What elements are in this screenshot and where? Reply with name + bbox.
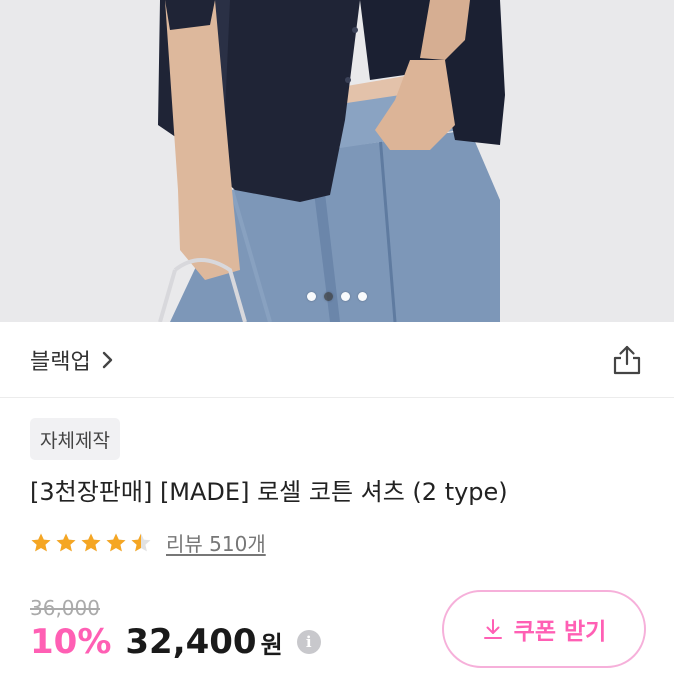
currency-label: 원 (260, 630, 283, 659)
rating-row: 리뷰 510개 (30, 528, 266, 557)
share-button[interactable] (610, 343, 644, 377)
coupon-button[interactable]: 쿠폰 받기 (442, 590, 646, 668)
carousel-indicator[interactable] (0, 292, 674, 301)
original-price: 36,000 (30, 596, 100, 620)
star-icon (81, 533, 101, 551)
carousel-dot[interactable] (358, 292, 367, 301)
share-icon (613, 345, 641, 374)
carousel-dot[interactable] (307, 292, 316, 301)
star-icon (131, 533, 151, 551)
review-link[interactable]: 리뷰 510개 (166, 528, 266, 557)
product-photo (0, 0, 674, 322)
sale-price: 32,400 (125, 622, 257, 662)
star-icon (56, 533, 76, 551)
brand-link[interactable]: 블랙업 (30, 344, 115, 376)
product-title: [3천장판매] [MADE] 로셀 코튼 셔츠 (2 type) (30, 478, 508, 506)
star-rating (30, 532, 152, 554)
product-tag: 자체제작 (30, 418, 120, 460)
carousel-dot[interactable] (341, 292, 350, 301)
download-icon (483, 619, 502, 639)
chevron-right-icon (102, 351, 112, 368)
discount-rate: 10% (30, 622, 112, 662)
carousel-dot-active[interactable] (324, 292, 333, 301)
brand-row: 블랙업 (0, 322, 674, 398)
info-icon[interactable]: i (296, 630, 321, 654)
price-row: 10% 32,400 원 i (30, 622, 321, 662)
coupon-button-label[interactable]: 쿠폰 받기 (514, 612, 607, 646)
star-icon (106, 533, 126, 551)
star-icon (31, 533, 51, 551)
brand-name[interactable]: 블랙업 (30, 344, 91, 376)
product-image-carousel[interactable] (0, 0, 674, 322)
